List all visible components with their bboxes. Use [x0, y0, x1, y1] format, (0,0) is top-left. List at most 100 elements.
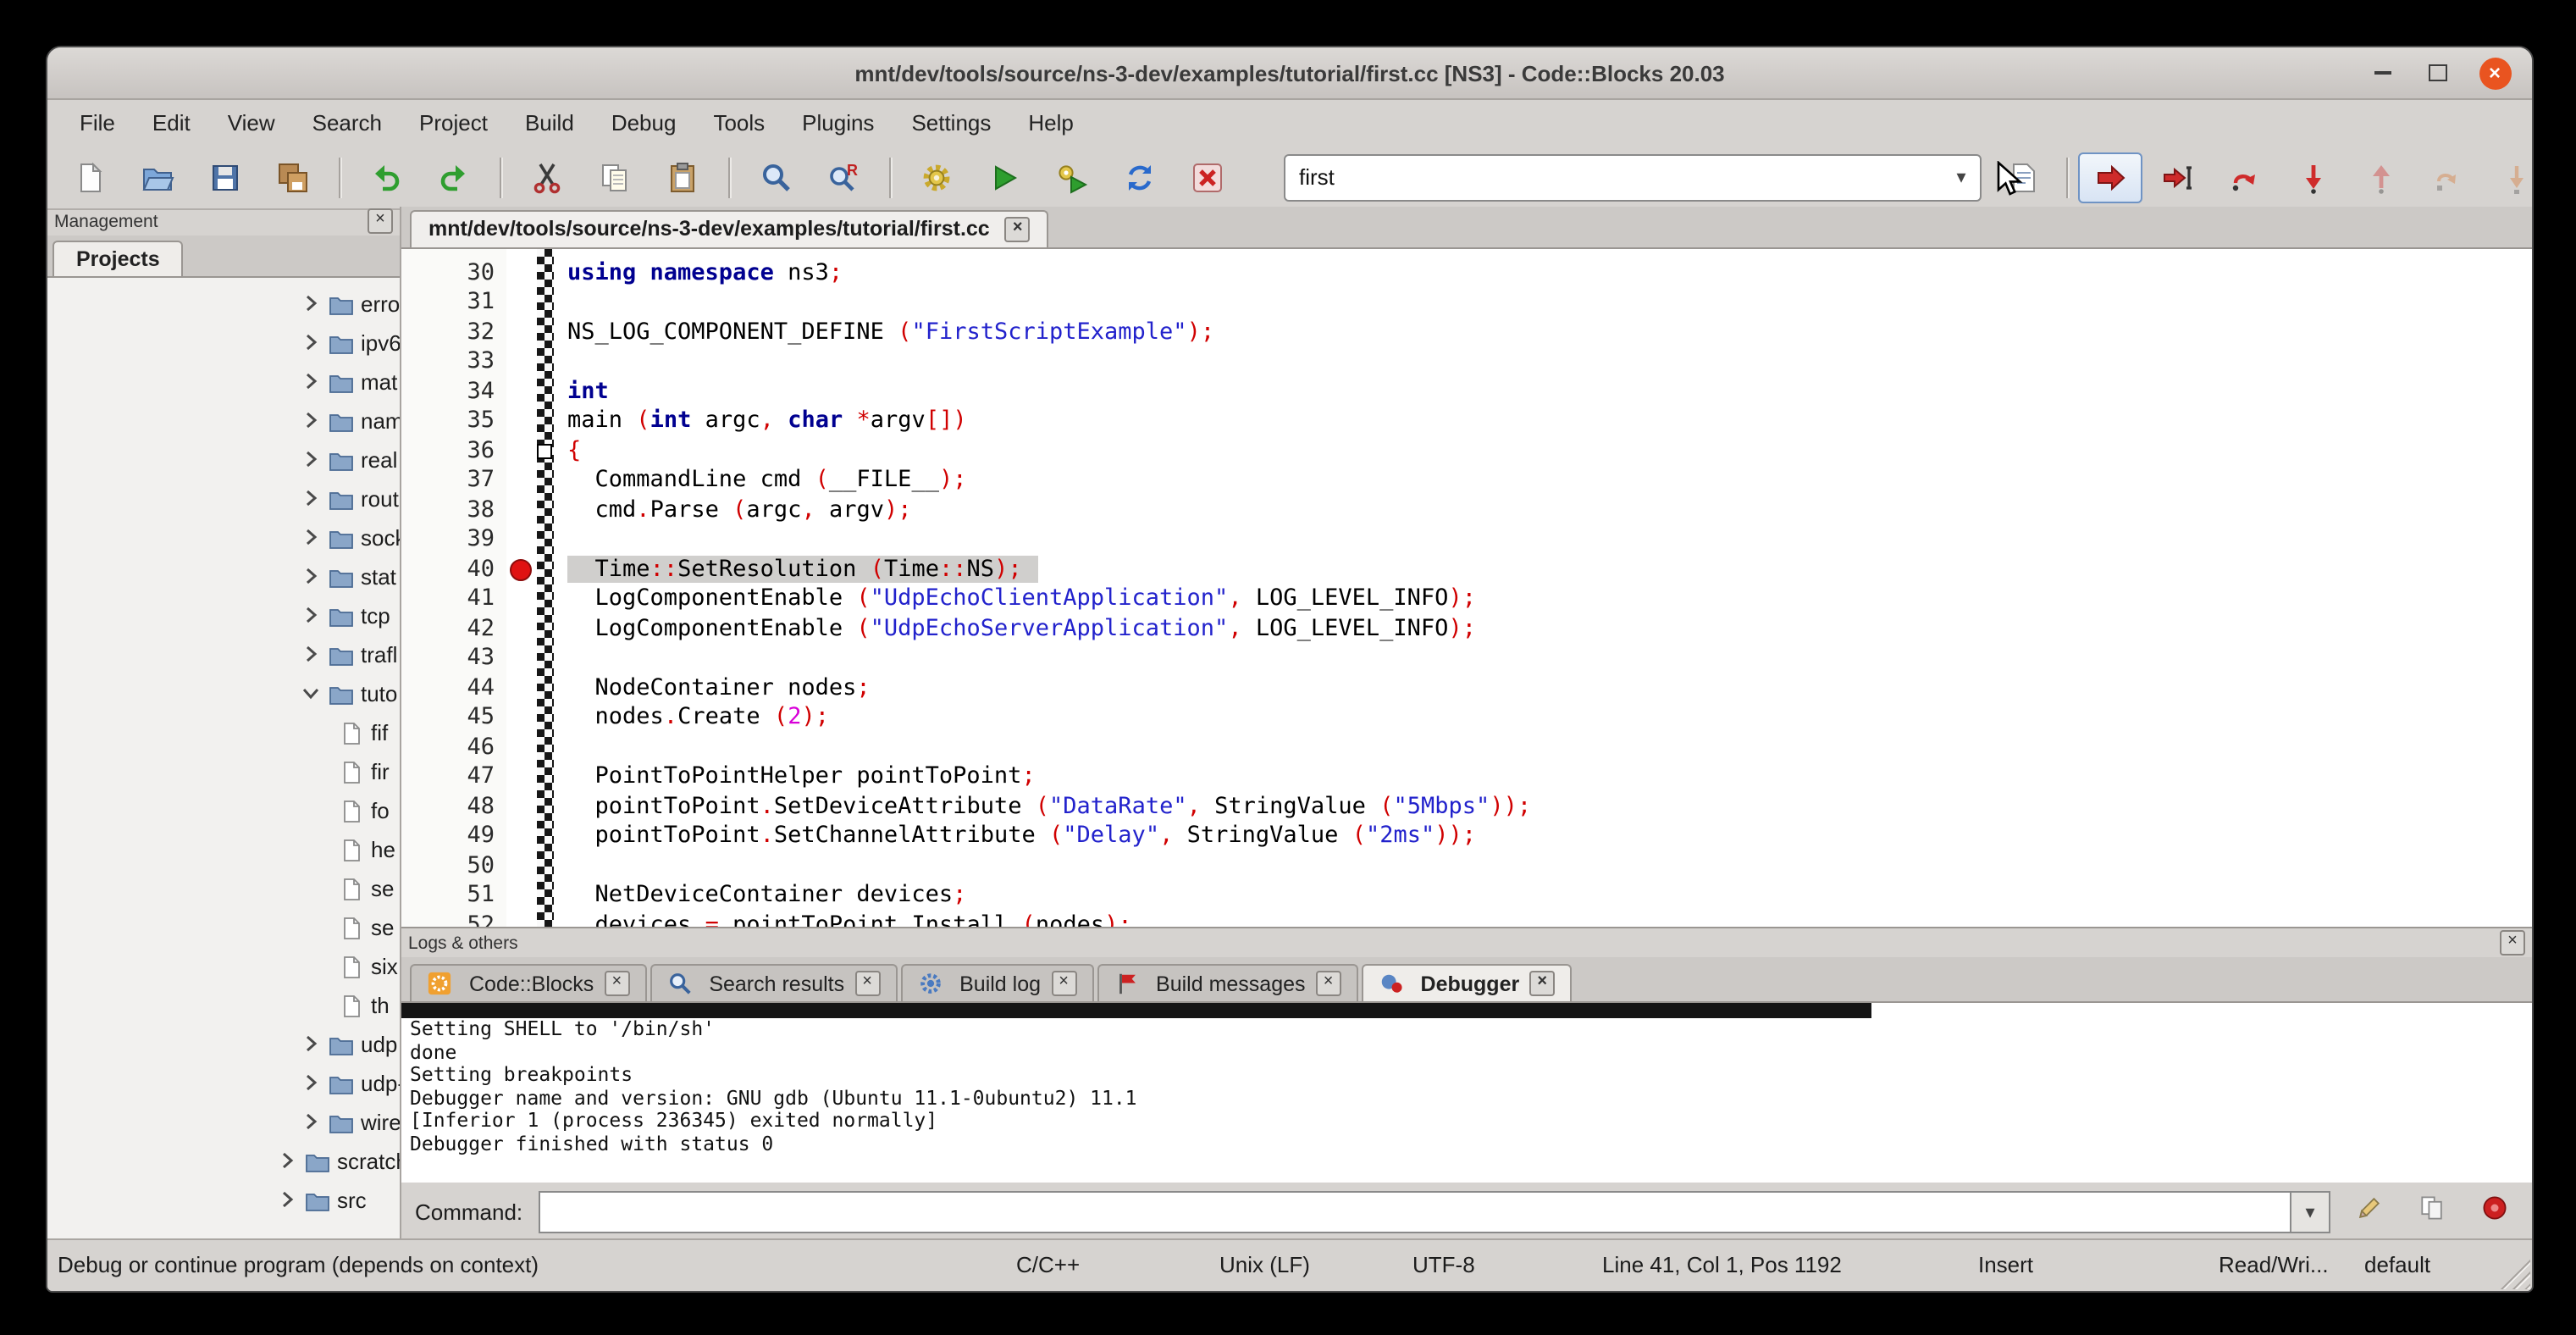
close-tab-icon[interactable]: ×	[1051, 971, 1076, 996]
logs-tab-code-blocks[interactable]: Code::Blocks×	[410, 964, 646, 1001]
tree-item-se[interactable]: se	[47, 908, 400, 947]
tree-item-se[interactable]: se	[47, 869, 400, 908]
maximize-button[interactable]	[2420, 56, 2454, 90]
logs-tab-build-messages[interactable]: Build messages×	[1097, 964, 1358, 1001]
chevron-right-icon[interactable]	[301, 644, 323, 666]
save-all-button[interactable]	[261, 152, 325, 202]
chevron-right-icon[interactable]	[301, 332, 323, 354]
copy-output-button[interactable]	[2408, 1189, 2456, 1233]
code-line-45[interactable]: nodes.Create (2);	[554, 704, 2532, 734]
line-number[interactable]: 48	[401, 793, 506, 823]
build-and-run-button[interactable]	[1040, 152, 1104, 202]
code-line-49[interactable]: pointToPoint.SetChannelAttribute ("Delay…	[554, 823, 2532, 852]
chevron-right-icon[interactable]	[278, 1150, 300, 1172]
tree-item-tuto[interactable]: tuto	[47, 674, 400, 713]
code-line-50[interactable]	[554, 852, 2532, 882]
line-number[interactable]: 44	[401, 674, 506, 704]
code-line-36[interactable]: {	[554, 437, 2532, 467]
debugger-log[interactable]: Setting SHELL to '/bin/sh'doneSetting br…	[401, 1003, 2532, 1183]
chevron-right-icon[interactable]	[301, 449, 323, 471]
rebuild-button[interactable]	[1108, 152, 1172, 202]
command-input[interactable]	[538, 1190, 2290, 1233]
chevron-right-icon[interactable]	[278, 1189, 300, 1211]
code-line-37[interactable]: CommandLine cmd (__FILE__);	[554, 467, 2532, 496]
code-line-30[interactable]: using namespace ns3;	[554, 259, 2532, 289]
line-number[interactable]: 42	[401, 615, 506, 645]
line-number[interactable]: 30	[401, 259, 506, 289]
tree-item-scratch[interactable]: scratch	[47, 1142, 400, 1181]
undo-button[interactable]	[354, 152, 418, 202]
tree-item-wire[interactable]: wire	[47, 1103, 400, 1142]
abort-build-button[interactable]	[1175, 152, 1240, 202]
menu-settings[interactable]: Settings	[893, 103, 1009, 142]
replace-button[interactable]: R	[811, 152, 876, 202]
tree-item-fo[interactable]: fo	[47, 791, 400, 830]
code-line-43[interactable]	[554, 645, 2532, 674]
compile-current-button[interactable]	[1992, 152, 2056, 202]
close-tab-icon[interactable]: ×	[1529, 971, 1555, 996]
tree-item-real[interactable]: real	[47, 440, 400, 479]
logs-close-icon[interactable]: ×	[2500, 930, 2525, 956]
code-line-39[interactable]	[554, 526, 2532, 556]
find-button[interactable]	[744, 152, 808, 202]
line-number[interactable]: 49	[401, 823, 506, 852]
cut-button[interactable]	[515, 152, 579, 202]
resize-grip[interactable]	[2500, 1259, 2530, 1289]
tree-item-tcp[interactable]: tcp	[47, 596, 400, 635]
menu-view[interactable]: View	[209, 103, 294, 142]
open-file-button[interactable]	[125, 152, 190, 202]
build-button[interactable]	[904, 152, 969, 202]
menu-project[interactable]: Project	[401, 103, 506, 142]
code-line-38[interactable]: cmd.Parse (argc, argv);	[554, 496, 2532, 526]
stop-button[interactable]	[2471, 1189, 2518, 1233]
next-line-button[interactable]	[2214, 152, 2278, 202]
step-into-instruction-button[interactable]	[2485, 152, 2534, 202]
menu-search[interactable]: Search	[294, 103, 401, 142]
tree-item-src[interactable]: src	[47, 1181, 400, 1220]
tree-item-fif[interactable]: fif	[47, 713, 400, 752]
breakpoint-margin[interactable]	[506, 249, 537, 927]
run-button[interactable]	[972, 152, 1036, 202]
redo-button[interactable]	[422, 152, 486, 202]
code-line-52[interactable]: devices = pointToPoint.Install (nodes);	[554, 911, 2532, 927]
chevron-right-icon[interactable]	[301, 605, 323, 627]
code-line-34[interactable]: int	[554, 378, 2532, 407]
step-into-button[interactable]	[2281, 152, 2346, 202]
paste-button[interactable]	[650, 152, 715, 202]
code-line-48[interactable]: pointToPoint.SetDeviceAttribute ("DataRa…	[554, 793, 2532, 823]
code-line-42[interactable]: LogComponentEnable ("UdpEchoServerApplic…	[554, 615, 2532, 645]
close-tab-icon[interactable]: ×	[1316, 971, 1341, 996]
menu-edit[interactable]: Edit	[134, 103, 209, 142]
line-number[interactable]: 37	[401, 467, 506, 496]
line-number[interactable]: 46	[401, 734, 506, 763]
tree-item-nam[interactable]: nam	[47, 402, 400, 440]
line-number[interactable]: 50	[401, 852, 506, 882]
code-line-41[interactable]: LogComponentEnable ("UdpEchoClientApplic…	[554, 585, 2532, 615]
line-number[interactable]: 40	[401, 556, 506, 585]
chevron-right-icon[interactable]	[301, 1033, 323, 1055]
menu-debug[interactable]: Debug	[593, 103, 695, 142]
chevron-right-icon[interactable]	[301, 1072, 323, 1094]
tree-item-rout[interactable]: rout	[47, 479, 400, 518]
run-to-cursor-button[interactable]	[2146, 152, 2210, 202]
search-input[interactable]	[1285, 164, 1943, 190]
logs-tab-debugger[interactable]: Debugger×	[1362, 964, 1573, 1001]
tree-item-he[interactable]: he	[47, 830, 400, 869]
close-button[interactable]: ×	[2478, 56, 2512, 90]
breakpoint-marker[interactable]	[510, 559, 532, 581]
editor-tab-close-icon[interactable]: ×	[1005, 217, 1031, 242]
minimize-button[interactable]	[2366, 56, 2400, 90]
search-combo[interactable]: ▾	[1284, 153, 1982, 201]
code-line-51[interactable]: NetDeviceContainer devices;	[554, 882, 2532, 911]
editor[interactable]: 3031323334353637383940414243444546474849…	[401, 249, 2532, 927]
menu-file[interactable]: File	[61, 103, 134, 142]
copy-button[interactable]	[583, 152, 647, 202]
line-number[interactable]: 39	[401, 526, 506, 556]
close-tab-icon[interactable]: ×	[604, 971, 629, 996]
line-number[interactable]: 31	[401, 289, 506, 319]
command-dropdown-icon[interactable]: ▾	[2290, 1190, 2330, 1233]
tree-item-ipv6[interactable]: ipv6	[47, 324, 400, 363]
menu-plugins[interactable]: Plugins	[783, 103, 893, 142]
logs-tab-search-results[interactable]: Search results×	[650, 964, 897, 1001]
code-line-35[interactable]: main (int argc, char *argv[])	[554, 407, 2532, 437]
